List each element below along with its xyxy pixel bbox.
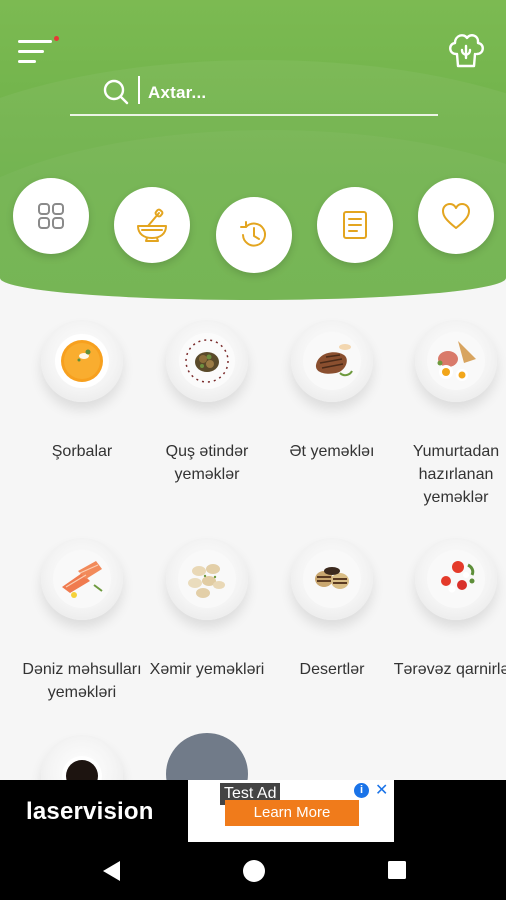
home-icon[interactable] bbox=[242, 859, 266, 883]
category-desserts[interactable]: Desertlər bbox=[269, 538, 395, 681]
favorites-button[interactable] bbox=[418, 178, 494, 254]
seafood-image bbox=[41, 538, 123, 620]
history-icon bbox=[240, 221, 266, 247]
search-input[interactable]: Axtar... bbox=[148, 83, 206, 103]
category-label: Ət yeməkləı bbox=[289, 443, 375, 460]
text-cursor bbox=[138, 76, 140, 104]
dumplings-image bbox=[166, 538, 248, 620]
ad-banner[interactable]: laservision Test Ad Learn More i ✕ bbox=[0, 780, 506, 842]
recipe-list-icon bbox=[343, 211, 367, 239]
category-dough-dishes[interactable]: Xəmir yeməkləri bbox=[144, 538, 270, 681]
meat-dish-image bbox=[291, 320, 373, 402]
categories-grid-button[interactable] bbox=[13, 178, 89, 254]
back-icon[interactable] bbox=[100, 859, 122, 883]
category-label: Quş ətindər yeməklər bbox=[165, 443, 249, 483]
category-label: Yumurtadan hazırlanan yeməklər bbox=[412, 443, 500, 506]
heart-icon bbox=[442, 203, 470, 229]
category-label: Tərəvəz qarnirləri bbox=[393, 661, 506, 678]
category-label: Dəniz məhsulları yeməkləri bbox=[22, 661, 142, 701]
category-label: Xəmir yeməkləri bbox=[149, 661, 265, 678]
grid-icon bbox=[38, 203, 64, 229]
poultry-dish-image bbox=[166, 320, 248, 402]
mortar-pestle-icon bbox=[137, 208, 167, 242]
notification-dot bbox=[54, 36, 59, 41]
ad-close-icon[interactable]: ✕ bbox=[375, 780, 388, 800]
recipes-list-button[interactable] bbox=[317, 187, 393, 263]
category-seafood[interactable]: Dəniz məhsulları yeməkləri bbox=[19, 538, 145, 704]
category-soups[interactable]: Şorbalar bbox=[19, 320, 145, 463]
vegetables-image bbox=[415, 538, 497, 620]
search-bar[interactable]: Axtar... bbox=[70, 70, 438, 116]
category-meat[interactable]: Ət yeməkləı bbox=[269, 320, 395, 463]
ad-brand-text: laservision bbox=[26, 798, 154, 825]
chef-button[interactable] bbox=[444, 28, 488, 72]
recents-icon[interactable] bbox=[386, 859, 408, 881]
category-label: Desertlər bbox=[299, 661, 365, 678]
category-egg-dishes[interactable]: Yumurtadan hazırlanan yeməklər bbox=[393, 320, 506, 509]
dessert-image bbox=[291, 538, 373, 620]
category-poultry[interactable]: Quş ətindər yeməklər bbox=[144, 320, 270, 486]
system-navigation-bar bbox=[0, 842, 506, 900]
ad-creative[interactable]: Test Ad Learn More i ✕ bbox=[188, 780, 394, 842]
ingredients-button[interactable] bbox=[114, 187, 190, 263]
search-icon bbox=[103, 79, 129, 105]
egg-dish-image bbox=[415, 320, 497, 402]
chef-hat-icon bbox=[449, 34, 484, 68]
category-vegetable-sides[interactable]: Tərəvəz qarnirləri bbox=[393, 538, 506, 681]
ad-info-icon[interactable]: i bbox=[354, 783, 369, 798]
soup-image bbox=[41, 320, 123, 402]
hamburger-menu-icon bbox=[18, 40, 52, 43]
learn-more-button[interactable]: Learn More bbox=[225, 800, 359, 826]
menu-button[interactable] bbox=[18, 36, 60, 68]
history-button[interactable] bbox=[216, 197, 292, 273]
category-label: Şorbalar bbox=[51, 443, 113, 460]
